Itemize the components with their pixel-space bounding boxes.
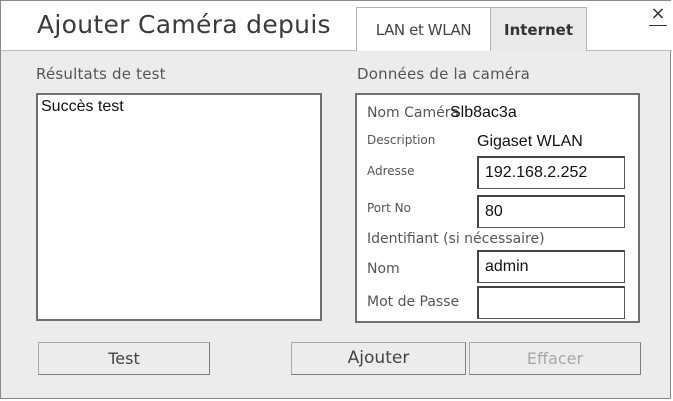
add-camera-dialog: Ajouter Caméra depuis LAN et WLAN Intern… — [0, 0, 672, 399]
user-label: Nom — [367, 261, 400, 277]
title-bar: Ajouter Caméra depuis LAN et WLAN Intern… — [1, 1, 672, 51]
password-input[interactable] — [477, 286, 625, 319]
camera-data-label: Données de la caméra — [357, 65, 531, 83]
test-button[interactable]: Test — [38, 342, 210, 375]
description-label: Description — [367, 133, 436, 147]
results-label: Résultats de test — [36, 65, 166, 83]
camera-data-panel: Nom Caméra Slb8ac3a Description Gigaset … — [355, 93, 640, 323]
camera-name-label: Nom Caméra — [367, 105, 460, 121]
results-list[interactable]: Succès test — [36, 93, 322, 321]
login-label: Identifiant (si nécessaire) — [367, 231, 545, 247]
close-icon[interactable]: × — [649, 5, 667, 26]
add-button[interactable]: Ajouter — [291, 342, 466, 375]
clear-button[interactable]: Effacer — [469, 342, 641, 375]
dialog-title: Ajouter Caméra depuis — [37, 10, 331, 39]
port-label: Port No — [367, 201, 411, 215]
address-input[interactable]: 192.168.2.252 — [477, 156, 625, 189]
tab-lan-wlan[interactable]: LAN et WLAN — [356, 7, 491, 51]
camera-name-value: Slb8ac3a — [450, 104, 517, 121]
address-label: Adresse — [367, 164, 415, 178]
user-input[interactable]: admin — [477, 250, 625, 283]
tab-internet[interactable]: Internet — [490, 7, 587, 51]
description-value: Gigaset WLAN — [477, 133, 583, 150]
password-label: Mot de Passe — [367, 294, 460, 310]
port-input[interactable]: 80 — [477, 195, 625, 228]
result-item: Succès test — [41, 98, 124, 115]
